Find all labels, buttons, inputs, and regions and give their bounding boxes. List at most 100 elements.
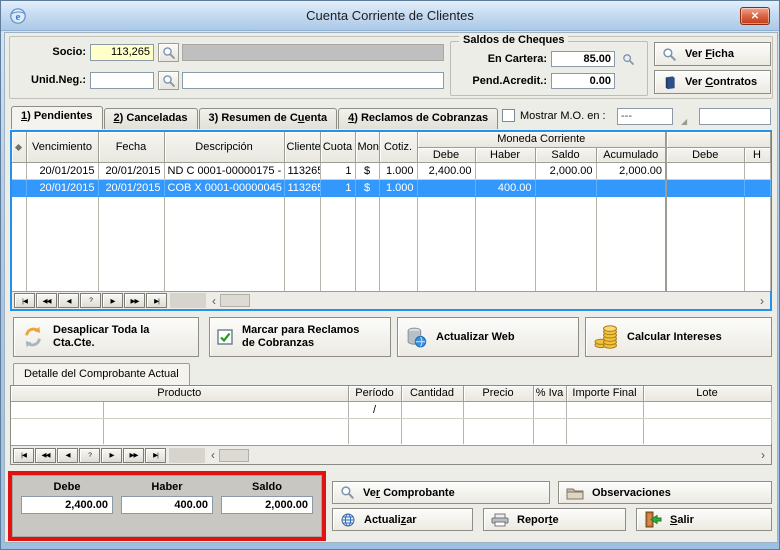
nav-button-prev-page[interactable]: ◀◀ — [36, 293, 57, 308]
grid-cell[interactable]: 20/01/2015 — [26, 179, 98, 196]
grid-cell[interactable]: $ — [355, 162, 379, 179]
detail-cell[interactable]: / — [348, 401, 401, 418]
nav-button-next[interactable]: ▶ — [102, 293, 123, 308]
detail-cell[interactable] — [11, 401, 103, 418]
reporte-button[interactable]: Reporte — [483, 508, 626, 531]
nav-button-find[interactable]: ? — [80, 293, 101, 308]
salir-button[interactable]: Salir — [636, 508, 772, 531]
nav-button-last[interactable]: ▶| — [145, 448, 166, 463]
detail-cell[interactable] — [401, 401, 463, 418]
scroll-right-arrow-icon[interactable]: › — [757, 449, 769, 461]
unidneg-search-button[interactable] — [158, 71, 179, 90]
desaplicar-button[interactable]: Desaplicar Toda laCta.Cte. — [13, 317, 199, 357]
horizontal-scrollbar[interactable]: ‹› — [208, 294, 768, 307]
socio-search-button[interactable] — [158, 43, 179, 62]
unidneg-name-field[interactable] — [182, 72, 444, 89]
cheques-search-button[interactable] — [619, 51, 637, 67]
grid-cell[interactable]: 113265 — [284, 162, 320, 179]
ver-comprobante-button[interactable]: Ver Comprobante — [332, 481, 550, 504]
detail-cell[interactable] — [463, 401, 533, 418]
grid-cell — [535, 253, 596, 272]
nav-button-find[interactable]: ? — [79, 448, 100, 463]
tab-pendientes[interactable]: 1) Pendientes — [11, 106, 103, 129]
grid-cell[interactable]: 1.000 — [379, 179, 417, 196]
close-button[interactable]: ✕ — [740, 7, 770, 25]
horizontal-scrollbar[interactable]: ‹› — [207, 449, 769, 462]
grid-cell[interactable]: 20/01/2015 — [26, 162, 98, 179]
nav-button-prev[interactable]: ◀ — [58, 293, 79, 308]
detail-cell[interactable] — [533, 401, 566, 418]
grid-cell — [535, 272, 596, 291]
grid-cell[interactable] — [417, 179, 475, 196]
chevron-down-icon[interactable]: ◢ — [681, 117, 687, 126]
scrollbar-thumb[interactable] — [220, 294, 250, 307]
scroll-right-arrow-icon[interactable]: › — [756, 295, 768, 307]
scroll-left-arrow-icon[interactable]: ‹ — [208, 295, 220, 307]
ver-contratos-button[interactable]: Ver Contratos — [654, 70, 771, 94]
grid-cell[interactable]: $ — [355, 179, 379, 196]
mostrar-mo-checkbox[interactable] — [502, 109, 515, 122]
tab-reclamos-cobranzas[interactable]: 4) Reclamos de Cobranzas — [338, 108, 498, 129]
grid-cell[interactable] — [535, 179, 596, 196]
desaplicar-label-line1: Desaplicar Toda la — [53, 324, 149, 336]
actualizar-web-label: Actualizar Web — [436, 331, 515, 344]
nav-button-next-page[interactable]: ▶▶ — [124, 293, 145, 308]
grid-cell[interactable]: ND C 0001-00000175 - — [164, 162, 284, 179]
grid-cell[interactable]: 2,000.00 — [535, 162, 596, 179]
unidneg-input[interactable] — [90, 72, 154, 89]
grid-cell[interactable] — [596, 179, 666, 196]
grid-row[interactable]: 20/01/201520/01/2015COB X 0001-00000045 … — [12, 179, 770, 196]
grid-cell[interactable]: 400.00 — [475, 179, 535, 196]
grid-cell[interactable]: 20/01/2015 — [98, 179, 164, 196]
grid-cell[interactable] — [666, 179, 744, 196]
grid-cell[interactable] — [475, 162, 535, 179]
grid-cell[interactable]: 2,400.00 — [417, 162, 475, 179]
row-indicator-cell — [12, 162, 26, 179]
grid-cell[interactable]: 113265 — [284, 179, 320, 196]
actualizar-button[interactable]: Actualizar — [332, 508, 473, 531]
grid-cell[interactable]: 1 — [320, 162, 355, 179]
grid-cell[interactable]: 20/01/2015 — [98, 162, 164, 179]
detail-row[interactable]: / — [11, 401, 771, 418]
grid-cell — [284, 272, 320, 291]
nav-button-next-page[interactable]: ▶▶ — [123, 448, 144, 463]
scrollbar-thumb[interactable] — [219, 449, 249, 462]
column-header: Debe — [417, 147, 475, 162]
grid-cell[interactable] — [744, 179, 770, 196]
observaciones-button[interactable]: Observaciones — [558, 481, 772, 504]
grid-row[interactable]: 20/01/201520/01/2015ND C 0001-00000175 -… — [12, 162, 770, 179]
column-header: Importe Final — [566, 386, 643, 401]
tab-resumen-cuenta[interactable]: 3) Resumen de Cuenta — [199, 108, 338, 129]
grid-cell[interactable] — [666, 162, 744, 179]
nav-button-last[interactable]: ▶| — [146, 293, 167, 308]
grid-cell — [26, 272, 98, 291]
detail-cell[interactable] — [643, 401, 771, 418]
tab-canceladas[interactable]: 2) Canceladas — [104, 108, 198, 129]
scroll-left-arrow-icon[interactable]: ‹ — [207, 449, 219, 461]
grid-cell[interactable] — [744, 162, 770, 179]
grid-indicator-header — [12, 132, 26, 162]
calcular-intereses-button[interactable]: Calcular Intereses — [585, 317, 772, 357]
grid-cell[interactable]: COB X 0001-00000045 - — [164, 179, 284, 196]
socio-input[interactable]: 113,265 — [90, 44, 154, 61]
nav-button-first[interactable]: |◀ — [14, 293, 35, 308]
mostrar-mo-combo[interactable]: --- — [617, 108, 673, 125]
nav-button-next[interactable]: ▶ — [101, 448, 122, 463]
grid-cell[interactable]: 1.000 — [379, 162, 417, 179]
mostrar-mo-extra-field[interactable] — [699, 108, 771, 125]
nav-button-prev[interactable]: ◀ — [57, 448, 78, 463]
grid-cell[interactable]: 1 — [320, 179, 355, 196]
tab-detalle-comprobante[interactable]: Detalle del Comprobante Actual — [13, 363, 190, 385]
detail-grid-navbar: |◀◀◀◀?▶▶▶▶|‹› — [11, 445, 771, 464]
grid-cell — [98, 234, 164, 253]
window-title: Cuenta Corriente de Clientes — [1, 8, 779, 23]
ver-ficha-button[interactable]: Ver Ficha — [654, 42, 771, 66]
marcar-reclamos-button[interactable]: Marcar para Reclamosde Cobranzas — [209, 317, 391, 357]
actualizar-web-button[interactable]: Actualizar Web — [397, 317, 579, 357]
nav-button-first[interactable]: |◀ — [13, 448, 34, 463]
detail-cell[interactable] — [566, 401, 643, 418]
nav-button-prev-page[interactable]: ◀◀ — [35, 448, 56, 463]
row-indicator-cell — [12, 234, 26, 253]
detail-cell[interactable] — [103, 401, 348, 418]
grid-cell[interactable]: 2,000.00 — [596, 162, 666, 179]
